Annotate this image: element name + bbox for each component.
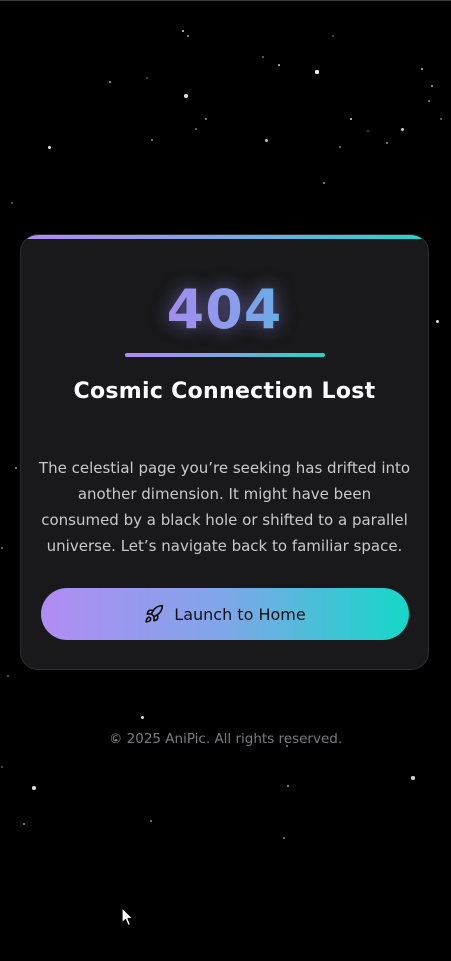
star-dot <box>1 766 3 768</box>
star-dot <box>264 138 268 142</box>
error-title: Cosmic Connection Lost <box>73 379 376 404</box>
star-dot <box>349 117 353 121</box>
star-dot <box>278 64 280 66</box>
star-dot <box>32 786 36 790</box>
star-dot <box>149 819 153 823</box>
star-dot <box>322 181 326 185</box>
star-dot <box>430 84 434 88</box>
star-dot <box>411 776 415 780</box>
error-card: 404 Cosmic Connection Lost The celestial… <box>20 234 429 670</box>
star-dot <box>10 201 14 205</box>
launch-home-label: Launch to Home <box>174 604 306 624</box>
star-dot <box>428 100 430 102</box>
star-dot <box>187 35 189 37</box>
star-dot <box>7 675 9 677</box>
star-dot <box>287 785 289 787</box>
star-dot <box>151 139 153 141</box>
star-dot <box>435 319 439 323</box>
star-dot <box>195 128 197 130</box>
star-dot <box>0 546 4 550</box>
star-dot <box>283 837 285 839</box>
not-found-page: 404 Cosmic Connection Lost The celestial… <box>0 0 451 961</box>
star-dot <box>332 35 334 37</box>
error-message: The celestial page you’re seeking has dr… <box>38 459 411 555</box>
star-dot <box>14 466 18 470</box>
arrow-cursor-icon <box>121 907 135 927</box>
star-dot <box>204 117 208 121</box>
star-dot <box>181 29 185 33</box>
error-code-text: 404 <box>166 278 283 341</box>
star-dot <box>140 715 144 719</box>
rocket-icon <box>144 604 164 624</box>
star-dot <box>339 146 341 148</box>
star-dot <box>47 145 51 149</box>
star-dot <box>184 94 188 98</box>
star-dot <box>315 70 319 74</box>
star-dot <box>400 127 404 131</box>
star-dot <box>367 130 369 132</box>
card-accent-bar <box>21 235 428 239</box>
star-dot <box>420 67 424 71</box>
window-top-border <box>0 0 451 1</box>
star-dot <box>22 822 26 826</box>
gradient-divider <box>125 353 325 357</box>
star-dot <box>440 118 442 120</box>
star-dot <box>385 141 389 145</box>
star-dot <box>262 56 264 58</box>
launch-home-button[interactable]: Launch to Home <box>41 588 409 640</box>
error-code: 404 <box>21 277 428 343</box>
footer-copyright: © 2025 AniPic. All rights reserved. <box>108 731 343 747</box>
star-dot <box>109 81 111 83</box>
star-dot <box>145 76 149 80</box>
